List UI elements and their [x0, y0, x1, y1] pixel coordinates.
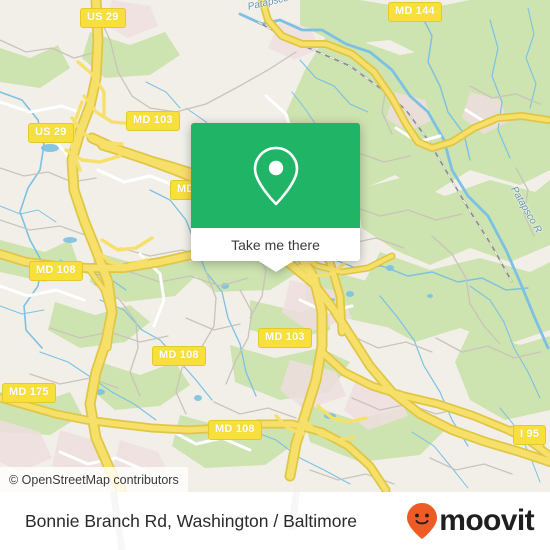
moovit-wordmark: moovit	[439, 504, 534, 537]
road-shield-md-144: MD 144	[388, 2, 442, 22]
moovit-logo[interactable]: moovit	[406, 502, 535, 540]
page-title: Bonnie Branch Rd, Washington / Baltimore	[25, 510, 358, 531]
road-shield-md-103-center: MD 103	[258, 328, 312, 348]
road-shield-md-108-center: MD 108	[152, 346, 206, 366]
road-shield-us-29-west: US 29	[28, 123, 74, 143]
map-canvas[interactable]: US 29 MD 144 MD 103 US 29 MD MD 108 MD 103 MD 1…	[0, 0, 550, 492]
moovit-map-screenshot: US 29 MD 144 MD 103 US 29 MD MD 108 MD 103 MD 1…	[0, 0, 550, 550]
road-shield-us-29-north: US 29	[80, 8, 126, 28]
location-popup-card[interactable]: Take me there	[191, 123, 360, 272]
take-me-there-button[interactable]: Take me there	[191, 228, 360, 261]
road-shield-md-108-northwest: MD 108	[29, 261, 83, 281]
road-shield-md-103-north: MD 103	[126, 111, 180, 131]
attribution-text: © OpenStreetMap contributors	[9, 472, 179, 487]
location-pin-icon	[253, 146, 298, 205]
take-me-there-label: Take me there	[231, 236, 320, 253]
road-shield-md-175: MD 175	[2, 383, 56, 403]
road-shield-i-95: I 95	[513, 425, 547, 445]
road-shield-md-108-south: MD 108	[208, 420, 262, 440]
moovit-smiley-pin-icon	[407, 503, 438, 539]
footer-bar: Bonnie Branch Rd, Washington / Baltimore…	[0, 492, 550, 550]
popup-tail	[256, 260, 295, 272]
popup-header	[191, 123, 360, 228]
map-attribution[interactable]: © OpenStreetMap contributors	[0, 467, 188, 492]
